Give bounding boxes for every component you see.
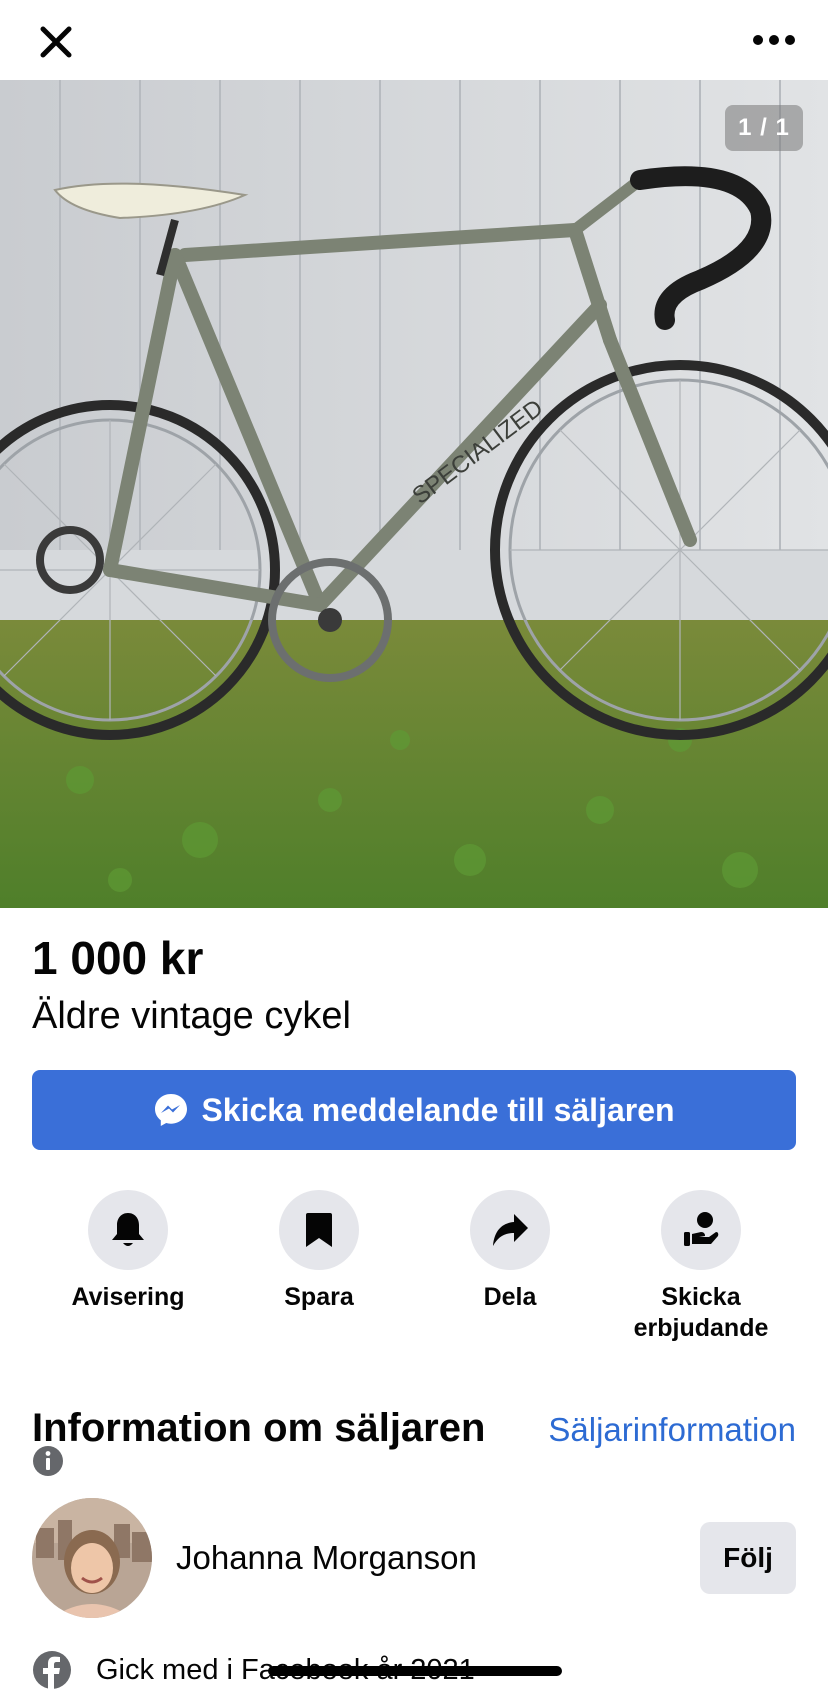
more-horizontal-icon xyxy=(753,35,795,45)
seller-section-title: Information om säljaren xyxy=(32,1406,486,1450)
share-icon xyxy=(493,1214,528,1246)
save-action[interactable]: Spara xyxy=(229,1190,409,1313)
message-seller-label: Skicka meddelande till säljaren xyxy=(201,1091,675,1128)
bookmark-icon xyxy=(306,1213,332,1247)
bell-icon xyxy=(112,1213,144,1246)
messenger-icon xyxy=(155,1094,188,1126)
send-offer-action-label: Skicka erbjudande xyxy=(633,1283,769,1342)
more-options-button[interactable] xyxy=(746,18,802,62)
seller-avatar-image xyxy=(32,1498,152,1618)
share-action[interactable]: Dela xyxy=(420,1190,600,1313)
send-offer-action-circle xyxy=(661,1190,741,1270)
notify-action-circle xyxy=(88,1190,168,1270)
save-action-label: Spara xyxy=(284,1283,354,1311)
action-row: Avisering Spara Dela Skicka erbjudande xyxy=(32,1190,796,1350)
share-action-circle xyxy=(470,1190,550,1270)
offer-hand-icon xyxy=(684,1212,719,1246)
seller-info-link[interactable]: Säljarinformation xyxy=(548,1408,796,1452)
follow-button[interactable]: Följ xyxy=(700,1522,796,1594)
listing-price: 1 000 kr xyxy=(32,932,204,984)
home-indicator[interactable] xyxy=(268,1666,562,1676)
notify-action-label: Avisering xyxy=(71,1283,185,1311)
seller-avatar[interactable] xyxy=(32,1498,152,1618)
listing-title: Äldre vintage cykel xyxy=(32,995,351,1037)
save-action-circle xyxy=(279,1190,359,1270)
photo-counter: 1 / 1 xyxy=(725,105,803,151)
facebook-icon xyxy=(33,1651,71,1690)
send-offer-action[interactable]: Skicka erbjudande xyxy=(611,1190,791,1344)
share-action-label: Dela xyxy=(483,1283,537,1311)
message-seller-button[interactable]: Skicka meddelande till säljaren xyxy=(32,1070,796,1150)
listing-photo[interactable]: SPECIALIZED 1 / 1 xyxy=(0,80,828,908)
close-icon xyxy=(40,26,72,58)
notify-action[interactable]: Avisering xyxy=(38,1190,218,1313)
top-bar xyxy=(0,0,828,80)
close-button[interactable] xyxy=(32,18,80,66)
info-icon[interactable] xyxy=(32,1445,64,1477)
bicycle-photo-image: SPECIALIZED xyxy=(0,80,828,908)
seller-name[interactable]: Johanna Morganson xyxy=(176,1536,477,1580)
